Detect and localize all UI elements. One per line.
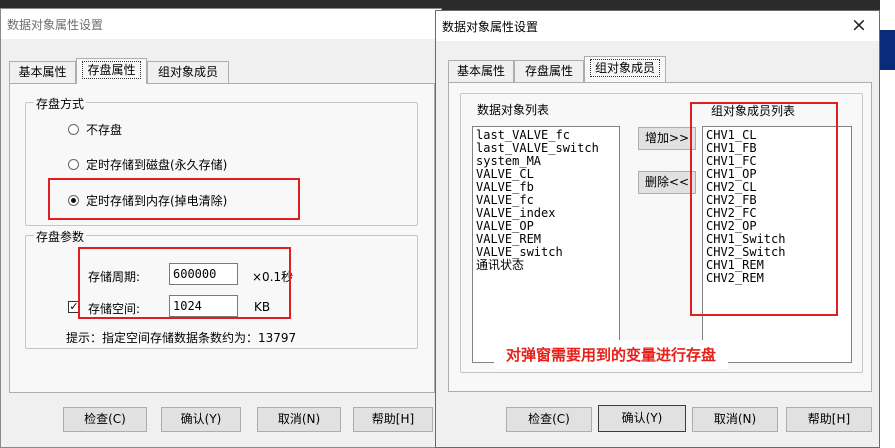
annotation-text: 对弹窗需要用到的变量进行存盘 [494,340,729,369]
left-tab-basic[interactable]: 基本属性 [9,61,76,84]
left-ok-button[interactable]: 确认(Y) [161,407,241,432]
right-tab-group-members[interactable]: 组对象成员 [584,56,666,82]
radio-store-to-memory[interactable]: 定时存储到内存(掉电清除) [68,192,227,209]
radio-store-to-disk[interactable]: 定时存储到磁盘(永久存储) [68,156,227,173]
member-list-items: CHV1_CL CHV1_FB CHV1_FC CHV1_OP CHV2_CL CHV2_… [706,129,848,285]
member-list[interactable]: CHV1_CL CHV1_FB CHV1_FC CHV1_OP CHV2_CL CHV2_… [702,126,852,363]
member-list-label: 组对象成员列表 [711,104,796,118]
radio-dot [68,159,79,170]
space-input[interactable]: 1024 [169,295,238,317]
right-check-button[interactable]: 检查(C) [506,407,592,432]
list-item[interactable]: CHV2_REM [706,272,848,285]
left-window-title: 数据对象属性设置 [7,18,104,32]
period-label: 存储周期: [88,270,141,284]
storage-hint: 提示：指定空间存储数据条数约为：13797 [66,331,297,345]
list-item[interactable]: 通讯状态 [476,259,616,272]
right-tab-storage[interactable]: 存盘属性 [514,60,584,83]
storage-mode-label: 存盘方式 [34,95,87,112]
period-input[interactable]: 600000 [169,263,238,285]
close-icon[interactable]: × [849,14,869,36]
left-check-button[interactable]: 检查(C) [63,407,147,432]
left-dialog: 数据对象属性设置 基本属性 存盘属性 组对象成员 存盘方式 不存盘 定时存储到磁… [0,8,442,448]
remove-button[interactable]: 删除<< [638,171,696,194]
background-window-strip [880,30,895,70]
object-list[interactable]: last_VALVE_fc last_VALVE_switch system_MA V… [472,126,620,363]
period-unit: ×0.1秒 [252,270,294,284]
left-title-bar[interactable]: 数据对象属性设置 [1,9,441,39]
left-tab-storage[interactable]: 存盘属性 [76,58,147,84]
add-button[interactable]: 增加>> [638,127,696,150]
object-list-label: 数据对象列表 [477,103,550,117]
radio-dot [68,124,79,135]
right-dialog: 数据对象属性设置 × 基本属性 存盘属性 组对象成员 数据对象列表 last_V… [435,10,880,448]
radio-no-storage[interactable]: 不存盘 [68,121,122,138]
storage-params-label: 存盘参数 [34,228,87,245]
right-help-button[interactable]: 帮助[H] [786,407,872,432]
left-tab-pane: 存盘方式 不存盘 定时存储到磁盘(永久存储) 定时存储到内存(掉电清除) 存盘参… [9,83,435,393]
right-title-bar[interactable]: 数据对象属性设置 × [436,11,879,41]
space-unit: KB [254,300,271,314]
left-cancel-button[interactable]: 取消(N) [257,407,341,432]
space-checkbox[interactable]: ✓ [68,301,80,313]
right-window-title: 数据对象属性设置 [442,20,539,34]
object-list-items: last_VALVE_fc last_VALVE_switch system_MA V… [476,129,616,272]
right-tab-basic[interactable]: 基本属性 [448,60,514,83]
left-tab-group-members[interactable]: 组对象成员 [147,61,229,84]
right-ok-button[interactable]: 确认(Y) [598,405,686,432]
radio-dot-selected [68,195,79,206]
space-label: 存储空间: [88,302,141,316]
left-help-button[interactable]: 帮助[H] [353,407,433,432]
right-cancel-button[interactable]: 取消(N) [692,407,778,432]
